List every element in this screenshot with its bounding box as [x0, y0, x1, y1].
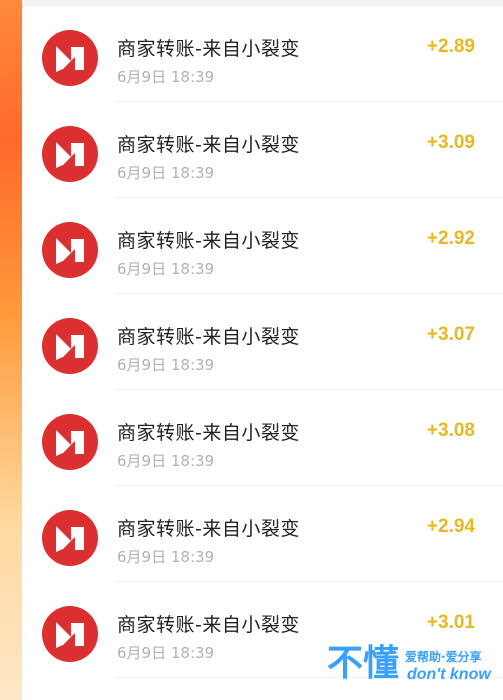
transaction-amount: +2.89	[426, 36, 475, 57]
merchant-logo-icon	[42, 606, 98, 662]
transaction-time: 6月9日 18:39	[117, 356, 215, 374]
transaction-row[interactable]: 商家转账-来自小裂变 6月9日 18:39 +2.92	[22, 198, 503, 294]
merchant-logo-icon	[42, 222, 98, 278]
transaction-amount: +3.08	[426, 420, 475, 441]
watermark-english: don't know	[407, 666, 491, 683]
transaction-title: 商家转账-来自小裂变	[117, 422, 300, 444]
transaction-amount: +2.92	[426, 228, 475, 249]
transaction-title: 商家转账-来自小裂变	[117, 134, 300, 156]
transaction-amount: +3.07	[426, 324, 475, 345]
transaction-row[interactable]: 商家转账-来自小裂变 6月9日 18:39 +3.07	[22, 294, 503, 390]
merchant-logo-icon	[42, 318, 98, 374]
transaction-time: 6月9日 18:39	[117, 68, 215, 86]
transaction-amount: +3.09	[426, 132, 475, 153]
transaction-title: 商家转账-来自小裂变	[117, 614, 300, 636]
transaction-row[interactable]: 商家转账-来自小裂变 6月9日 18:39 +3.09	[22, 102, 503, 198]
transaction-row[interactable]: 商家转账-来自小裂变 6月9日 18:39 +2.89	[22, 6, 503, 102]
transaction-title: 商家转账-来自小裂变	[117, 38, 300, 60]
transaction-title: 商家转账-来自小裂变	[117, 518, 300, 540]
watermark-big-text: 不懂	[327, 643, 400, 684]
merchant-logo-icon	[42, 414, 98, 470]
watermark-slogan: 爱帮助·爱分享	[405, 650, 482, 664]
transaction-time: 6月9日 18:39	[117, 164, 215, 182]
transaction-time: 6月9日 18:39	[117, 644, 215, 662]
transaction-row[interactable]: 商家转账-来自小裂变 6月9日 18:39 +2.94	[22, 486, 503, 582]
transaction-row[interactable]: 商家转账-来自小裂变 6月9日 18:39 +3.08	[22, 390, 503, 486]
merchant-logo-icon	[42, 30, 98, 86]
transaction-time: 6月9日 18:39	[117, 452, 215, 470]
transaction-amount: +2.94	[426, 516, 475, 537]
transaction-title: 商家转账-来自小裂变	[117, 326, 300, 348]
transaction-time: 6月9日 18:39	[117, 260, 215, 278]
transaction-title: 商家转账-来自小裂变	[117, 230, 300, 252]
transaction-time: 6月9日 18:39	[117, 548, 215, 566]
watermark-logo: 不懂 爱帮助·爱分享 don't know	[327, 646, 497, 694]
merchant-logo-icon	[42, 126, 98, 182]
merchant-logo-icon	[42, 510, 98, 566]
transaction-amount: +3.01	[426, 612, 475, 633]
